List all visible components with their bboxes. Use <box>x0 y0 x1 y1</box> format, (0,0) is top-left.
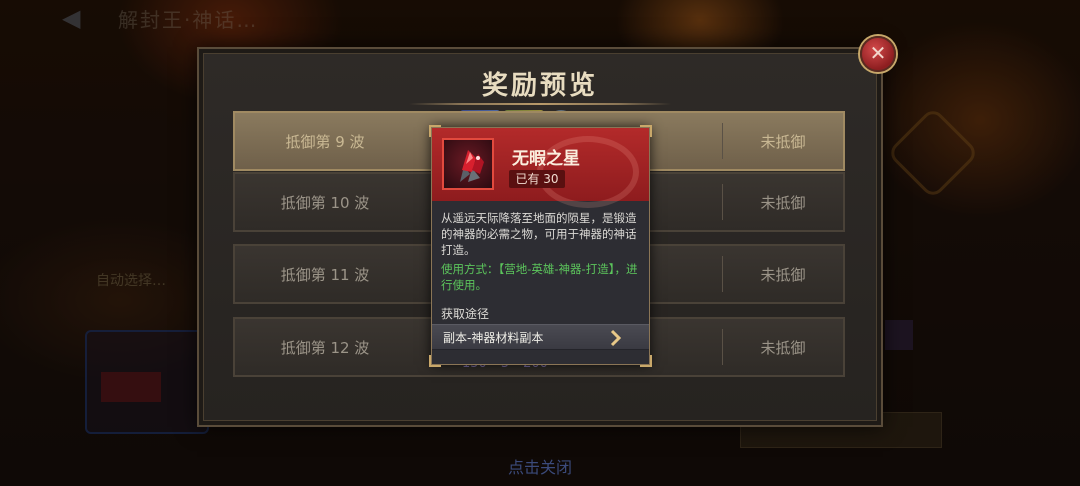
chevron-right-icon <box>610 329 622 347</box>
wave-status: 未抵御 <box>760 132 806 151</box>
frame-corner <box>640 125 652 137</box>
source-section-title: 获取途径 <box>441 307 490 321</box>
frame-corner <box>429 355 441 367</box>
item-name: 无暇之星 <box>512 149 580 169</box>
frame-corner <box>429 125 441 137</box>
item-usage: 使用方式：【营地-英雄-神器-打造】，进行使用。 <box>441 262 638 292</box>
wave-label: 抵御第 9 波 <box>285 132 365 151</box>
item-description: 从遥远天际降落至地面的陨星，是锻造的神器的必需之物，可用于神器的神话打造。 <box>441 211 637 257</box>
title-divider <box>409 103 671 105</box>
frame-corner <box>640 355 652 367</box>
owned-count-badge: 已有 30 <box>509 170 565 188</box>
close-button[interactable]: ✕ <box>860 36 896 72</box>
source-label: 副本-神器材料副本 <box>443 331 544 345</box>
panel-title: 奖励预览 <box>481 71 598 101</box>
item-icon-frame <box>442 138 494 190</box>
wave-status: 未抵御 <box>760 193 806 212</box>
red-crystal-icon <box>460 150 484 182</box>
wave-label: 抵御第 11 波 <box>280 265 370 284</box>
source-dungeon-button[interactable]: 副本-神器材料副本 <box>432 324 649 350</box>
item-tooltip: 无暇之星 已有 30 从遥远天际降落至地面的陨星，是锻造的神器的必需之物，可用于… <box>429 125 652 367</box>
wave-status: 未抵御 <box>760 338 806 357</box>
close-icon: ✕ <box>869 41 887 65</box>
wave-label: 抵御第 10 波 <box>280 193 370 212</box>
wave-label: 抵御第 12 波 <box>280 338 370 357</box>
wave-status: 未抵御 <box>760 265 806 284</box>
tap-to-close-hint[interactable]: 点击关闭 <box>0 454 1080 478</box>
